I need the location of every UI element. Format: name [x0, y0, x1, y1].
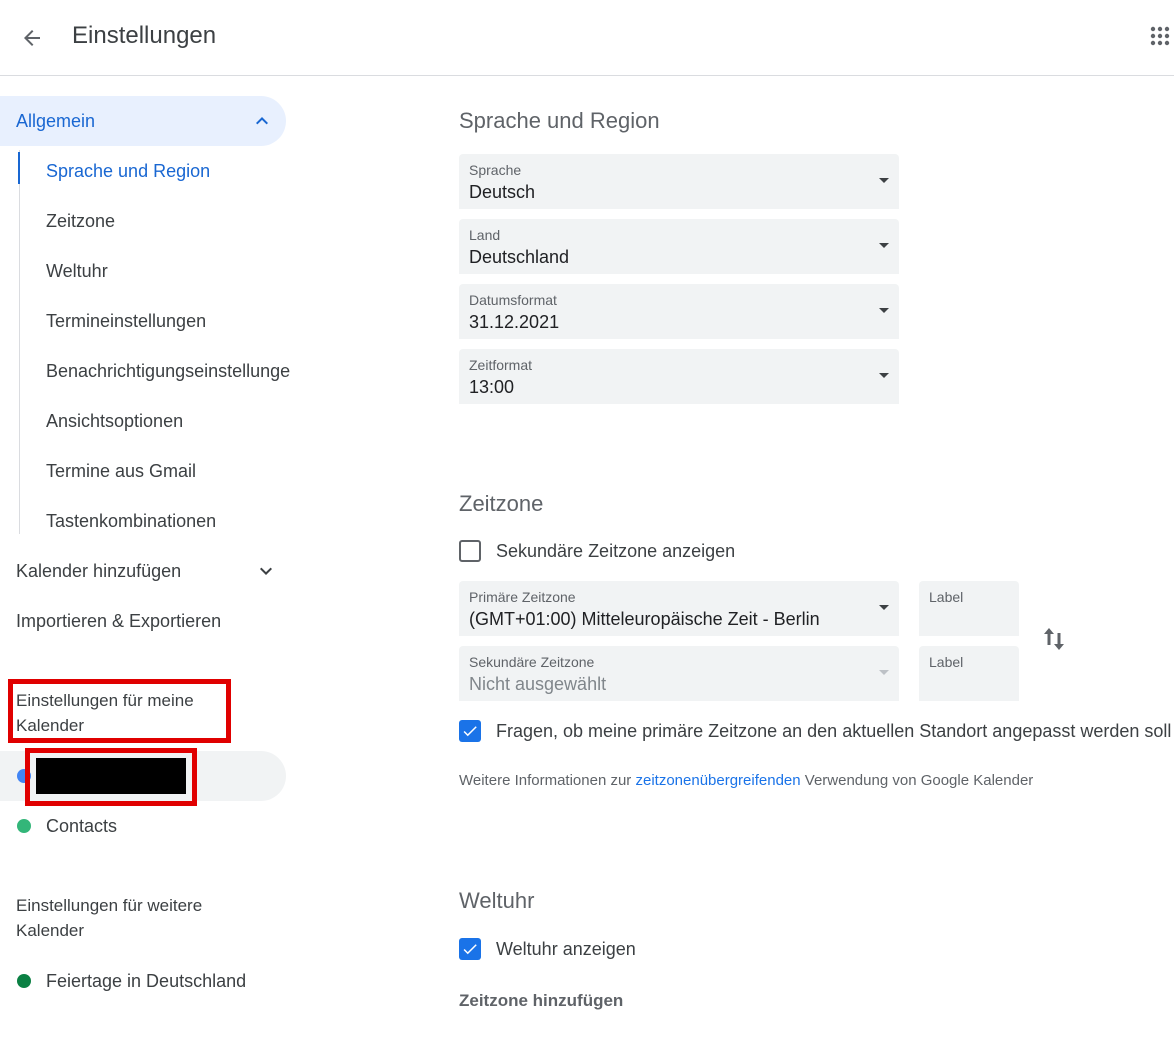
annotation-red-box — [8, 679, 231, 743]
field-value: 31.12.2021 — [469, 312, 560, 332]
calendar-item-contacts[interactable]: Contacts — [0, 801, 286, 851]
calendar-color-dot — [17, 974, 31, 988]
sidebar-item-keyboard-shortcuts[interactable]: Tastenkombinationen — [46, 496, 290, 546]
checkbox-label: Weltuhr anzeigen — [496, 938, 636, 959]
chevron-down-icon — [254, 559, 278, 588]
nav-import-export[interactable]: Importieren & Exportieren — [16, 596, 286, 646]
apps-grid-icon[interactable] — [1150, 20, 1174, 56]
dropdown-arrow-icon — [879, 670, 889, 675]
show-secondary-timezone-checkbox[interactable]: Sekundäre Zeitzone anzeigen — [459, 540, 735, 562]
annotation-red-box — [25, 748, 197, 806]
calendar-item-holidays[interactable]: Feiertage in Deutschland — [0, 956, 286, 1006]
country-select[interactable]: Land Deutschland — [459, 219, 899, 274]
sidebar-item-event-settings[interactable]: Termineinstellungen — [46, 296, 290, 346]
other-calendars-heading: Einstellungen für weitere Kalender — [16, 896, 203, 940]
dropdown-arrow-icon — [879, 178, 889, 183]
checkbox-checked-icon — [459, 720, 481, 742]
primary-timezone-select[interactable]: Primäre Zeitzone (GMT+01:00) Mitteleurop… — [459, 581, 899, 636]
page-title: Einstellungen — [72, 22, 217, 49]
sidebar-item-timezone[interactable]: Zeitzone — [46, 196, 290, 246]
info-text-after: Verwendung von Google Kalender — [800, 772, 1034, 789]
show-world-clock-checkbox[interactable]: Weltuhr anzeigen — [459, 938, 636, 960]
section-title-timezone: Zeitzone — [459, 491, 544, 516]
ask-update-timezone-checkbox[interactable]: Fragen, ob meine primäre Zeitzone an den… — [459, 720, 1171, 742]
nav-add-calendar[interactable]: Kalender hinzufügen — [16, 546, 286, 596]
nav-general-label: Allgemein — [16, 110, 96, 131]
time-format-select[interactable]: Zeitformat 13:00 — [459, 349, 899, 404]
dropdown-arrow-icon — [879, 605, 889, 610]
field-label: Label — [929, 589, 964, 605]
section-title-world-clock: Weltuhr — [459, 888, 535, 913]
checkbox-unchecked — [459, 540, 481, 562]
secondary-timezone-label-field[interactable]: Label — [919, 646, 1019, 701]
info-text-before: Weitere Informationen zur — [459, 772, 636, 789]
field-label: Datumsformat — [469, 292, 557, 308]
field-label: Primäre Zeitzone — [469, 589, 576, 605]
nav-general[interactable]: Allgemein — [0, 96, 286, 146]
dropdown-arrow-icon — [879, 373, 889, 378]
section-title-language-region: Sprache und Region — [459, 108, 660, 133]
dropdown-arrow-icon — [879, 243, 889, 248]
field-label: Zeitformat — [469, 357, 533, 373]
settings-main: Sprache und Region Sprache Deutsch Land … — [300, 76, 1174, 1041]
date-format-select[interactable]: Datumsformat 31.12.2021 — [459, 284, 899, 339]
field-value: (GMT+01:00) Mitteleuropäische Zeit - Ber… — [469, 609, 820, 629]
calendar-name: Contacts — [46, 815, 118, 836]
nav-add-calendar-label: Kalender hinzufügen — [16, 560, 182, 581]
sidebar-item-language-region[interactable]: Sprache und Region — [46, 146, 290, 196]
calendar-color-dot — [17, 819, 31, 833]
field-label: Sekundäre Zeitzone — [469, 654, 595, 670]
field-value: Nicht ausgewählt — [469, 674, 607, 694]
field-label: Land — [469, 227, 501, 243]
field-value: Deutsch — [469, 182, 536, 202]
back-arrow-icon[interactable] — [12, 18, 52, 58]
chevron-up-icon — [250, 109, 274, 138]
settings-sidebar: Allgemein Sprache und Region Zeitzone We… — [0, 76, 300, 1041]
language-select[interactable]: Sprache Deutsch — [459, 154, 899, 209]
field-value: 13:00 — [469, 377, 515, 397]
field-value: Deutschland — [469, 247, 570, 267]
checkbox-label: Sekundäre Zeitzone anzeigen — [496, 540, 736, 561]
app-header: Einstellungen — [0, 0, 1174, 76]
calendar-name: Feiertage in Deutschland — [46, 970, 247, 991]
timezone-info-text: Weitere Informationen zur zeitzonenüberg… — [459, 772, 1033, 789]
add-timezone-button[interactable]: Zeitzone hinzufügen — [459, 991, 623, 1011]
field-label: Sprache — [469, 162, 522, 178]
timezone-info-link[interactable]: zeitzonenübergreifenden — [635, 772, 800, 789]
sidebar-item-view-options[interactable]: Ansichtsoptionen — [46, 396, 290, 446]
sidebar-item-world-clock[interactable]: Weltuhr — [46, 246, 290, 296]
secondary-timezone-select[interactable]: Sekundäre Zeitzone Nicht ausgewählt — [459, 646, 899, 701]
checkbox-label: Fragen, ob meine primäre Zeitzone an den… — [496, 720, 1172, 741]
field-label: Label — [929, 654, 964, 670]
sidebar-item-gmail-events[interactable]: Termine aus Gmail — [46, 446, 290, 496]
dropdown-arrow-icon — [879, 308, 889, 313]
swap-timezones-icon[interactable] — [1040, 624, 1068, 654]
subnav-active-indicator — [18, 152, 20, 184]
primary-timezone-label-field[interactable]: Label — [919, 581, 1019, 636]
checkbox-checked-icon — [459, 938, 481, 960]
subnav-line — [19, 150, 20, 534]
sidebar-item-notification-settings[interactable]: Benachrichtigungseinstellungen — [46, 346, 290, 396]
